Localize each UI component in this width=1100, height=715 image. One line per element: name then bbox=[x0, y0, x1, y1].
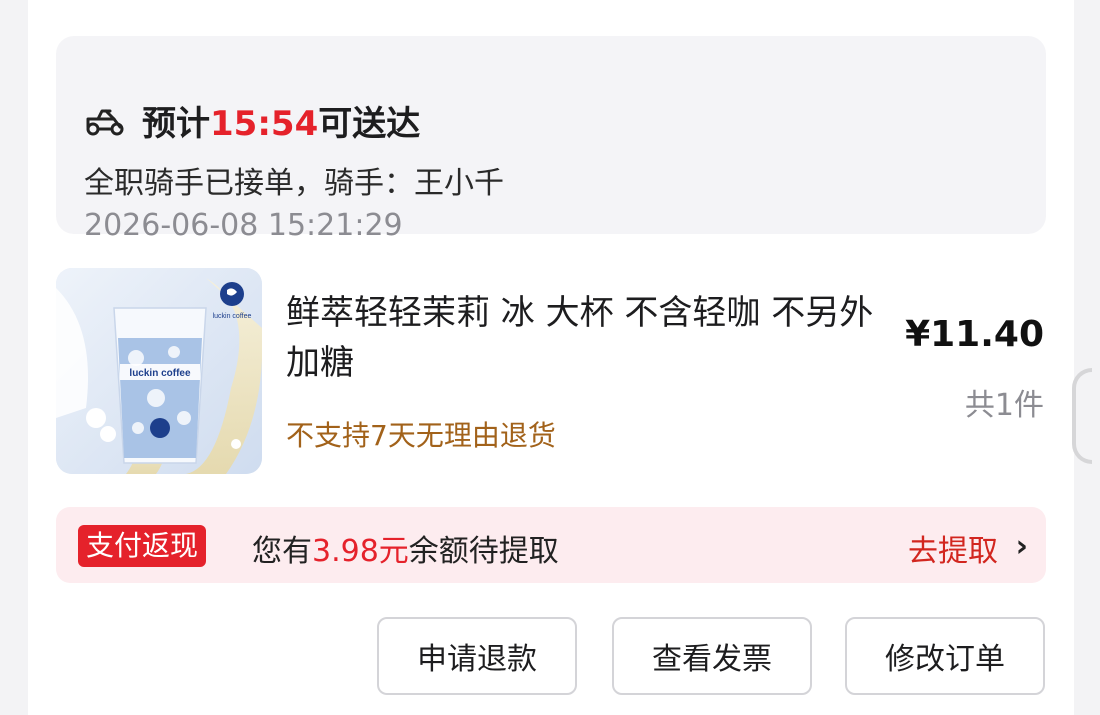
cashback-badge: 支付返现 bbox=[78, 525, 207, 567]
chevron-right-icon[interactable]: › bbox=[1016, 529, 1028, 564]
cashback-text: 您有3.98元余额待提取 bbox=[252, 526, 559, 570]
status-timestamp: 2026-06-08 15:21:29 bbox=[84, 208, 403, 243]
scroll-handle[interactable] bbox=[1072, 368, 1092, 464]
modify-order-button[interactable]: 修改订单 bbox=[845, 617, 1045, 695]
cashback-amount: 3.98元 bbox=[312, 534, 409, 569]
cup-brand-text: luckin coffee bbox=[129, 368, 191, 379]
eta-row: 预计15:54可送达 bbox=[84, 96, 420, 145]
order-card: 预计15:54可送达 全职骑手已接单，骑手：王小千 2026-06-08 15:… bbox=[28, 0, 1074, 715]
rider-status: 全职骑手已接单，骑手：王小千 bbox=[84, 166, 504, 201]
scooter-icon bbox=[84, 105, 126, 137]
withdraw-link[interactable]: 去提取 bbox=[908, 526, 998, 570]
eta-prefix: 预计 bbox=[142, 104, 210, 144]
cashback-suffix: 余额待提取 bbox=[408, 534, 559, 569]
product-price: ¥11.40 bbox=[905, 314, 1044, 355]
product-image[interactable]: luckin coffee luckin coffee bbox=[56, 268, 262, 474]
product-name[interactable]: 鲜萃轻轻茉莉 冰 大杯 不含轻咖 不另外加糖 bbox=[286, 288, 886, 388]
cashback-banner[interactable]: 支付返现 您有3.98元余额待提取 去提取 › bbox=[56, 507, 1046, 583]
view-invoice-button[interactable]: 查看发票 bbox=[612, 617, 812, 695]
delivery-status-panel: 预计15:54可送达 全职骑手已接单，骑手：王小千 2026-06-08 15:… bbox=[56, 36, 1046, 243]
cashback-prefix: 您有 bbox=[252, 534, 312, 569]
eta-suffix: 可送达 bbox=[318, 104, 421, 144]
return-policy-note: 不支持7天无理由退货 bbox=[286, 419, 556, 452]
product-quantity: 共1件 bbox=[964, 388, 1044, 423]
request-refund-button[interactable]: 申请退款 bbox=[377, 617, 577, 695]
brand-logo-text: luckin coffee bbox=[213, 313, 252, 320]
eta-time: 15:54 bbox=[210, 104, 319, 144]
eta-text: 预计15:54可送达 bbox=[142, 96, 420, 145]
